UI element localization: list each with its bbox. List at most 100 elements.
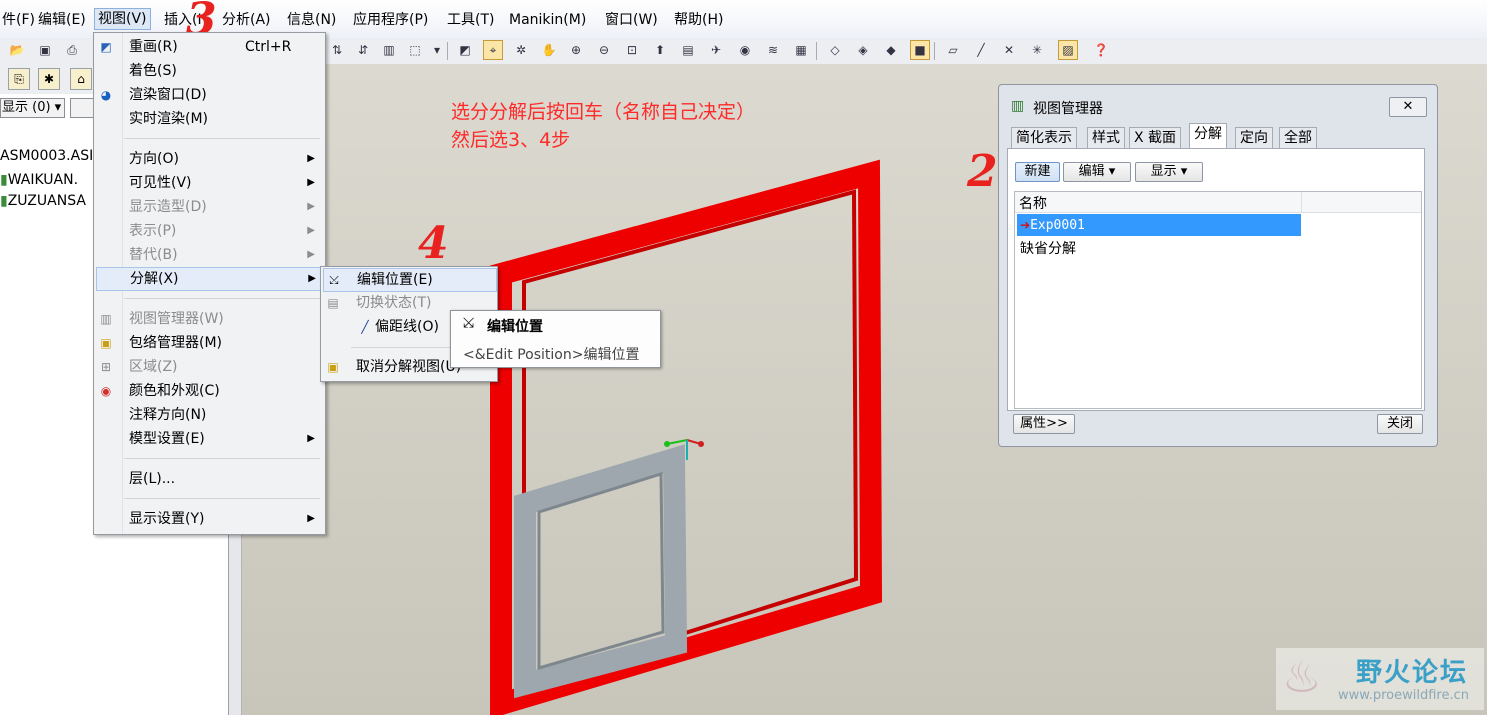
menu-help[interactable]: 帮助(H) bbox=[672, 10, 725, 30]
wireframe-icon[interactable]: ◇ bbox=[826, 41, 844, 59]
menu-item-display-settings[interactable]: 显示设置(Y) ▶ bbox=[96, 508, 323, 530]
display-dropdown-button[interactable]: 显示 ▾ bbox=[1135, 162, 1203, 182]
edit-dropdown-button[interactable]: 编辑 ▾ bbox=[1063, 162, 1131, 182]
open-icon[interactable]: 📂 bbox=[8, 41, 26, 59]
menu-item-label: 模型设置(E) bbox=[129, 431, 205, 447]
zoom-out-icon[interactable]: ⊖ bbox=[595, 41, 613, 59]
list-item-selected[interactable]: ➔Exp0001 bbox=[1017, 214, 1301, 236]
regen-icon[interactable]: ⇅ bbox=[328, 41, 346, 59]
dialog-close-button[interactable]: ✕ bbox=[1389, 97, 1427, 117]
find-icon[interactable]: ▥ bbox=[380, 41, 398, 59]
menu-item-label: 视图管理器(W) bbox=[129, 311, 224, 327]
refit-icon[interactable]: ⊡ bbox=[623, 41, 641, 59]
menu-item-envelope-manager[interactable]: ▣ 包络管理器(M) bbox=[96, 332, 323, 354]
menu-info[interactable]: 信息(N) bbox=[285, 10, 338, 30]
close-button[interactable]: 关闭 bbox=[1377, 414, 1423, 434]
layers-icon[interactable]: ≋ bbox=[764, 41, 782, 59]
favorites-tab-icon[interactable]: ✱ bbox=[38, 68, 60, 90]
tab-orient[interactable]: 定向 bbox=[1235, 127, 1273, 149]
submenu-arrow-icon: ▶ bbox=[307, 201, 315, 212]
menu-file[interactable]: 件(F) bbox=[0, 10, 37, 30]
shading-icon[interactable]: ■ bbox=[910, 40, 930, 60]
model-tree-icon[interactable]: ▦ bbox=[792, 41, 810, 59]
menu-item-edit-position[interactable]: ⤩ 编辑位置(E) bbox=[323, 268, 497, 292]
annotation-display-icon[interactable]: ▨ bbox=[1058, 40, 1078, 60]
regen-manager-icon[interactable]: ⇵ bbox=[354, 41, 372, 59]
tree-item-label: ZUZUANSA bbox=[7, 193, 86, 209]
reorient-icon[interactable]: ⬆ bbox=[651, 41, 669, 59]
properties-button[interactable]: 属性>> bbox=[1013, 414, 1075, 434]
submenu-arrow-icon: ▶ bbox=[307, 153, 315, 164]
list-item[interactable]: 缺省分解 bbox=[1020, 238, 1076, 260]
menu-item-realtime-render[interactable]: 实时渲染(M) bbox=[96, 108, 323, 130]
submenu-arrow-icon: ▶ bbox=[307, 177, 315, 188]
menu-item-label: 着色(S) bbox=[129, 63, 177, 79]
menu-item-shade[interactable]: 着色(S) bbox=[96, 60, 323, 82]
menu-item-substitute: 替代(B) ▶ bbox=[96, 244, 323, 266]
menu-item-label: 偏距线(O) bbox=[375, 319, 439, 335]
menu-item-layers[interactable]: 层(L)... bbox=[96, 468, 323, 490]
show-dropdown[interactable]: 显示 (0) ▾ bbox=[0, 98, 65, 118]
menu-edit[interactable]: 编辑(E) bbox=[36, 10, 88, 30]
save-icon[interactable]: ▣ bbox=[36, 41, 54, 59]
tab-xsec[interactable]: X 截面 bbox=[1129, 127, 1182, 149]
explode-states-list[interactable]: 名称 ➔Exp0001 缺省分解 bbox=[1014, 191, 1422, 409]
select-box-icon[interactable]: ⬚ bbox=[406, 41, 424, 59]
no-hidden-icon[interactable]: ◆ bbox=[882, 41, 900, 59]
menu-applications[interactable]: 应用程序(P) bbox=[351, 10, 430, 30]
menu-item-label: 包络管理器(M) bbox=[129, 335, 223, 351]
print-icon[interactable]: ⎙ bbox=[63, 41, 81, 59]
dialog-title: 视图管理器 bbox=[1033, 101, 1103, 117]
view-manager-icon[interactable]: ✈ bbox=[707, 41, 725, 59]
tab-simplified-rep[interactable]: 简化表示 bbox=[1011, 127, 1077, 149]
orient-mode-icon[interactable]: ✲ bbox=[512, 41, 530, 59]
menu-view[interactable]: 视图(V) bbox=[94, 8, 151, 30]
menu-item-accelerator: Ctrl+R bbox=[245, 39, 292, 55]
tab-explode[interactable]: 分解 bbox=[1189, 123, 1227, 149]
menu-tools[interactable]: 工具(T) bbox=[445, 10, 496, 30]
context-help-icon[interactable]: ❓ bbox=[1092, 41, 1110, 59]
color-appearance-icon: ◉ bbox=[100, 384, 112, 398]
menu-item-redraw[interactable]: ◩ 重画(R) Ctrl+R bbox=[96, 36, 323, 58]
menu-item-label: 注释方向(N) bbox=[129, 407, 207, 423]
menu-item-model-setup[interactable]: 模型设置(E) ▶ bbox=[96, 428, 323, 450]
appearance-icon[interactable]: ◉ bbox=[736, 41, 754, 59]
spin-center-icon[interactable]: ⌖ bbox=[483, 40, 503, 60]
part-icon: ▮ bbox=[0, 172, 8, 188]
menu-item-annotation-orientation[interactable]: 注释方向(N) bbox=[96, 404, 323, 426]
menu-item-label: 方向(O) bbox=[129, 151, 179, 167]
tree-item-waikuan[interactable]: ▮WAIKUAN. bbox=[0, 172, 78, 188]
menu-item-visibility[interactable]: 可见性(V) ▶ bbox=[96, 172, 323, 194]
pan-hand-icon[interactable]: ✋ bbox=[540, 41, 558, 59]
menu-item-orientation[interactable]: 方向(O) ▶ bbox=[96, 148, 323, 170]
watermark-url: www.proewildfire.cn bbox=[1338, 688, 1469, 703]
hidden-line-icon[interactable]: ◈ bbox=[854, 41, 872, 59]
repaint-icon[interactable]: ◩ bbox=[456, 41, 474, 59]
drag-handle-point bbox=[664, 441, 670, 447]
menu-separator bbox=[124, 138, 320, 139]
menu-item-color-appearance[interactable]: ◉ 颜色和外观(C) bbox=[96, 380, 323, 402]
tree-item-root[interactable]: ASM0003.ASI bbox=[0, 148, 93, 164]
menu-analysis[interactable]: 分析(A) bbox=[220, 10, 273, 30]
menu-window[interactable]: 窗口(W) bbox=[603, 10, 660, 30]
offset-line-icon: ╱ bbox=[361, 320, 369, 334]
tab-style[interactable]: 样式 bbox=[1087, 127, 1125, 149]
folder-tab-icon[interactable]: ⎘ bbox=[8, 68, 30, 90]
tree-item-zuzuansa[interactable]: ▮ZUZUANSA bbox=[0, 193, 86, 209]
csys-icon[interactable]: ✳ bbox=[1028, 41, 1046, 59]
menu-manikin[interactable]: Manikin(M) bbox=[507, 10, 588, 30]
datum-axis-icon[interactable]: ╱ bbox=[972, 41, 990, 59]
zoom-in-icon[interactable]: ⊕ bbox=[567, 41, 585, 59]
annotation-line1: 选分分解后按回车（名称自己决定） bbox=[451, 101, 756, 123]
handwritten-mark-4: 4 bbox=[418, 218, 449, 269]
datum-point-icon[interactable]: ✕ bbox=[1000, 41, 1018, 59]
datum-plane-icon[interactable]: ▱ bbox=[944, 41, 962, 59]
saved-views-icon[interactable]: ▤ bbox=[679, 41, 697, 59]
tree-tab-icon[interactable]: ⌂ bbox=[70, 68, 92, 90]
new-button[interactable]: 新建 bbox=[1015, 162, 1060, 182]
menu-item-render-window[interactable]: ◕ 渲染窗口(D) bbox=[96, 84, 323, 106]
select-dropdown-icon[interactable]: ▾ bbox=[428, 41, 446, 59]
tab-all[interactable]: 全部 bbox=[1279, 127, 1317, 149]
menu-item-explode[interactable]: 分解(X) ▶ bbox=[96, 267, 325, 291]
view-manager-icon: ▥ bbox=[1011, 98, 1025, 114]
